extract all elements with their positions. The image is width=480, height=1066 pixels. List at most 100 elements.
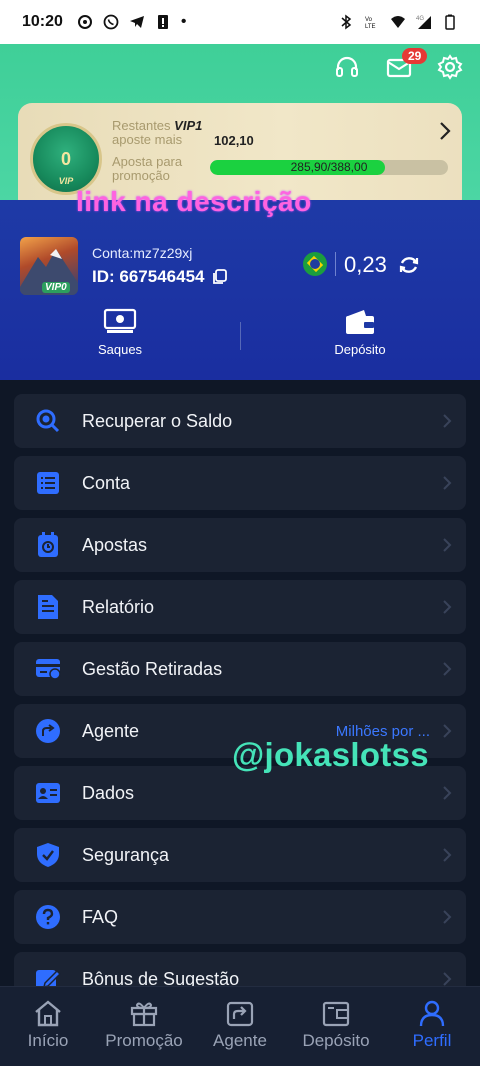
avatar-vip-tag: VIP0 bbox=[42, 282, 70, 293]
avatar[interactable]: VIP0 bbox=[20, 237, 78, 295]
dot-icon: • bbox=[180, 13, 187, 30]
menu-label: Apostas bbox=[82, 534, 148, 555]
chevron-right-icon bbox=[443, 724, 452, 738]
chevron-right-icon bbox=[443, 848, 452, 862]
mail-badge: 29 bbox=[402, 48, 428, 64]
bluetooth-icon bbox=[341, 14, 352, 30]
menu-item-bets[interactable]: Apostas bbox=[14, 518, 466, 572]
whatsapp-icon bbox=[103, 14, 119, 30]
signal-icon: 4G bbox=[416, 16, 431, 29]
deposit-button[interactable]: Depósito bbox=[300, 308, 420, 357]
menu-label: Segurança bbox=[82, 844, 170, 865]
wifi-icon bbox=[391, 16, 405, 28]
nav-home[interactable]: Início bbox=[0, 987, 96, 1066]
chevron-right-icon bbox=[443, 910, 452, 924]
chevron-right-icon bbox=[443, 662, 452, 676]
chevron-right-icon bbox=[443, 972, 452, 986]
vip-promo-label: Aposta para promoção bbox=[112, 154, 183, 183]
vip-bet-more-label: aposte mais bbox=[112, 132, 183, 147]
nav-promotion-label: Promoção bbox=[105, 1031, 183, 1050]
vip-progress-bar: 285,90/388,00 bbox=[210, 160, 448, 175]
menu-item-security[interactable]: Segurança bbox=[14, 828, 466, 882]
nav-agent-label: Agente bbox=[213, 1031, 267, 1050]
menu-label: Gestão Retiradas bbox=[82, 658, 223, 679]
battery-icon bbox=[445, 14, 455, 30]
id-card-icon bbox=[34, 779, 62, 807]
vip-remaining-label: Restantes bbox=[112, 118, 175, 133]
bottom-nav: Início Promoção Agente Depósito Perfil bbox=[0, 986, 480, 1066]
svg-text:Vo: Vo bbox=[365, 17, 373, 23]
account-id-row: ID: 667546454 bbox=[92, 267, 228, 287]
share-icon bbox=[34, 717, 62, 745]
cash-icon bbox=[103, 308, 137, 333]
chevron-right-icon[interactable] bbox=[438, 121, 452, 141]
nav-profile-label: Perfil bbox=[412, 1031, 452, 1050]
nav-agent[interactable]: Agente bbox=[192, 987, 288, 1066]
withdraw-label: Saques bbox=[97, 342, 143, 357]
status-time: 10:20 bbox=[22, 13, 63, 30]
telegram-icon bbox=[129, 16, 144, 28]
chevron-right-icon bbox=[443, 538, 452, 552]
search-coin-icon bbox=[34, 407, 62, 435]
deposit-label: Depósito bbox=[334, 342, 386, 357]
chevron-right-icon bbox=[443, 476, 452, 490]
question-icon bbox=[34, 903, 62, 931]
menu-item-withdrawal-management[interactable]: Gestão Retiradas bbox=[14, 642, 466, 696]
vip-medal: 0 VIP bbox=[30, 123, 102, 195]
account-id: ID: 667546454 bbox=[92, 267, 205, 286]
status-bar: 10:20 • Vo LTE 4G bbox=[0, 0, 480, 44]
nav-home-label: Início bbox=[27, 1031, 69, 1050]
refresh-icon[interactable] bbox=[398, 254, 420, 276]
overlay-link-text: link na descrição bbox=[76, 186, 312, 217]
balance-divider bbox=[335, 252, 336, 276]
shield-icon bbox=[34, 841, 62, 869]
gear-icon[interactable] bbox=[437, 54, 463, 80]
menu-label: Dados bbox=[82, 782, 135, 803]
copy-icon[interactable] bbox=[212, 269, 228, 285]
menu-item-faq[interactable]: FAQ bbox=[14, 890, 466, 944]
overlay-handle-text: @jokaslotss bbox=[232, 736, 429, 773]
menu-label: Conta bbox=[82, 472, 131, 493]
nav-deposit-label: Depósito bbox=[302, 1031, 370, 1050]
menu-item-data[interactable]: Dados bbox=[14, 766, 466, 820]
card-icon bbox=[34, 655, 62, 683]
settings-notif-icon bbox=[77, 15, 92, 29]
headset-icon[interactable] bbox=[334, 54, 360, 80]
menu-label: FAQ bbox=[82, 906, 119, 927]
report-icon bbox=[34, 593, 62, 621]
gift-icon bbox=[130, 1002, 158, 1027]
vip-medal-level: 0 bbox=[60, 148, 71, 169]
vip-medal-tag: VIP bbox=[58, 176, 74, 186]
nav-deposit[interactable]: Depósito bbox=[288, 987, 384, 1066]
nav-promotion[interactable]: Promoção bbox=[96, 987, 192, 1066]
account-name: Conta:mz7z29xj bbox=[92, 245, 193, 261]
volte-icon: VoLTE bbox=[365, 17, 376, 30]
home-icon bbox=[35, 1000, 61, 1027]
svg-text:4G: 4G bbox=[416, 16, 424, 22]
menu-item-account[interactable]: Conta bbox=[14, 456, 466, 510]
menu-label: Recuperar o Saldo bbox=[82, 410, 233, 431]
chevron-right-icon bbox=[443, 414, 452, 428]
wallet-icon bbox=[322, 1001, 350, 1027]
alert-icon bbox=[157, 15, 168, 29]
menu-item-recover-balance[interactable]: Recuperar o Saldo bbox=[14, 394, 466, 448]
wallet-icon bbox=[346, 310, 374, 334]
share-icon bbox=[226, 1001, 254, 1027]
vip-remaining: Restantes VIP1 aposte mais bbox=[112, 119, 202, 147]
action-divider bbox=[240, 322, 241, 350]
settings-menu: Recuperar o Saldo Conta Apostas Relatóri… bbox=[14, 394, 466, 1014]
nav-profile[interactable]: Perfil bbox=[384, 987, 480, 1066]
person-icon bbox=[419, 1000, 445, 1027]
menu-label: Agente bbox=[82, 720, 140, 741]
stopwatch-icon bbox=[34, 531, 62, 559]
menu-item-report[interactable]: Relatório bbox=[14, 580, 466, 634]
brazil-flag-icon bbox=[303, 252, 327, 276]
vip-progress-text: 285,90/388,00 bbox=[290, 160, 368, 174]
menu-label: Relatório bbox=[82, 596, 155, 617]
chevron-right-icon bbox=[443, 786, 452, 800]
svg-text:LTE: LTE bbox=[365, 24, 376, 30]
balance-amount: 0,23 bbox=[344, 252, 387, 277]
withdraw-button[interactable]: Saques bbox=[60, 308, 180, 357]
vip-next-level: VIP1 bbox=[174, 118, 203, 133]
vip-bet-more-amount: 102,10 bbox=[214, 133, 254, 148]
